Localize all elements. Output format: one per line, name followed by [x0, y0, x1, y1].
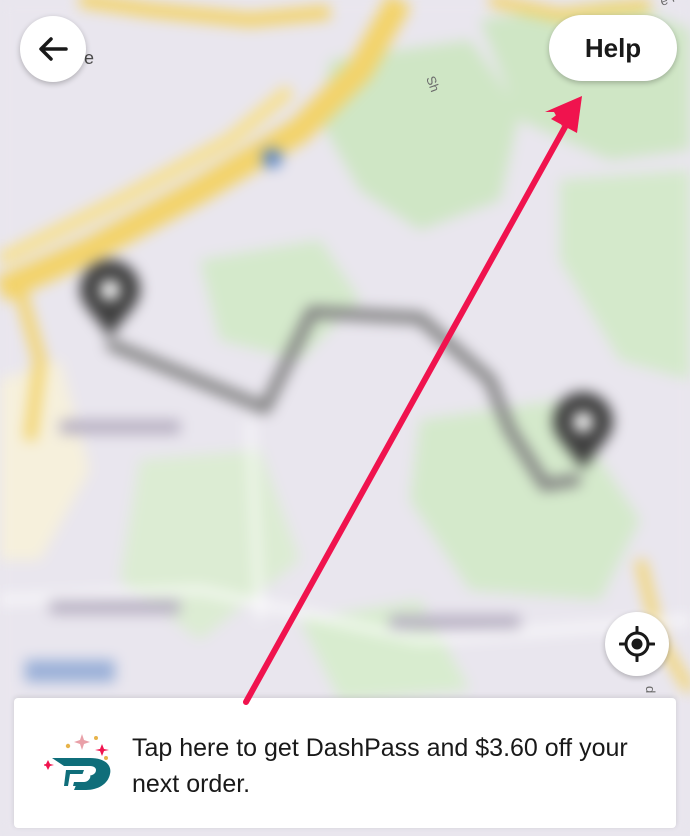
locate-me-button[interactable] [605, 612, 669, 676]
back-button[interactable] [20, 16, 86, 82]
crosshair-icon [619, 626, 655, 662]
map-attribution [25, 660, 115, 682]
arrow-left-icon [39, 37, 68, 61]
map-marker-blue [262, 148, 282, 168]
place-label [60, 420, 180, 434]
place-label [390, 615, 520, 629]
place-label [50, 600, 180, 614]
promo-text: Tap here to get DashPass and $3.60 off y… [132, 734, 628, 798]
dashpass-logo-icon [44, 734, 111, 790]
help-button[interactable]: Help [549, 15, 677, 81]
dashpass-promo-banner[interactable]: Tap here to get DashPass and $3.60 off y… [14, 698, 676, 828]
map-label-fragment: d [643, 686, 658, 693]
